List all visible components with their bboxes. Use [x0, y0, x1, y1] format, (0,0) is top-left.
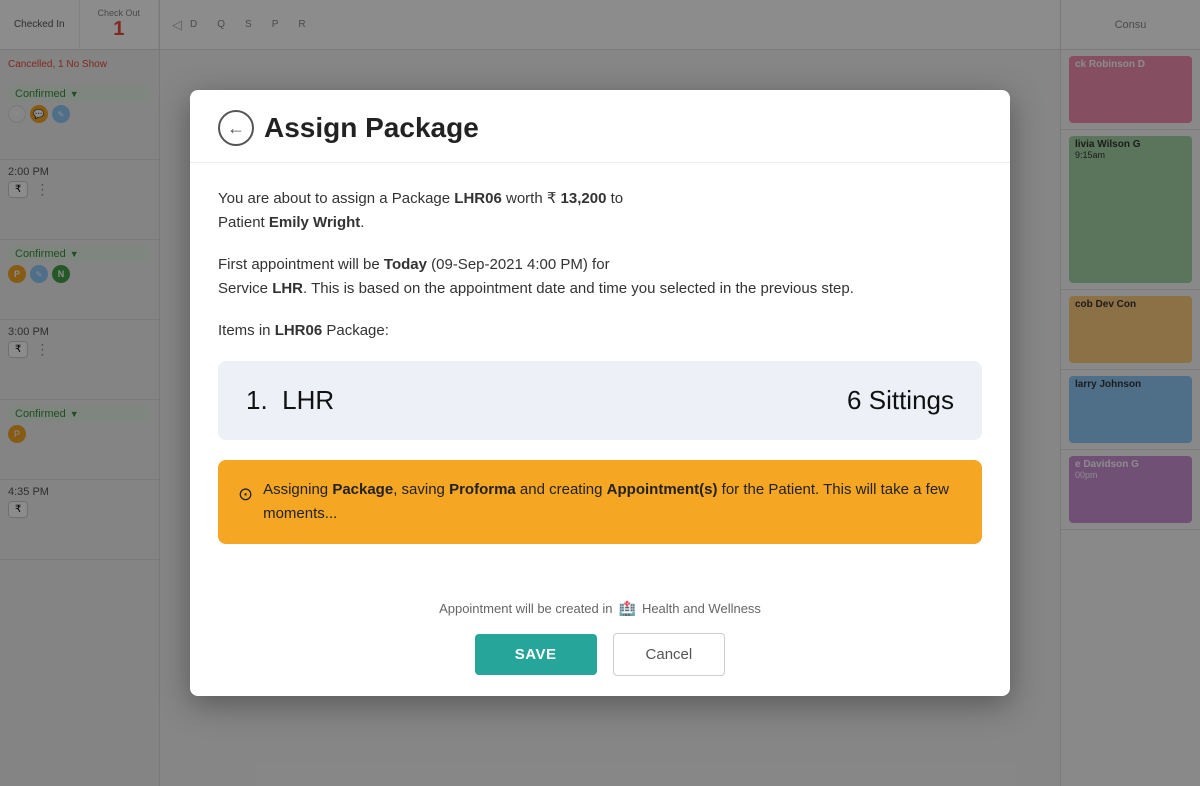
modal-overlay: ← Assign Package You are about to assign… — [0, 0, 1200, 786]
patient-name: Emily Wright — [269, 214, 360, 231]
back-button[interactable]: ← — [218, 110, 254, 146]
appt-pre: First appointment will be — [218, 256, 384, 273]
package-amount: 13,200 — [561, 190, 607, 207]
item-number: 1. — [246, 385, 282, 415]
info-to: to — [606, 190, 623, 207]
items-post: Package: — [322, 322, 389, 339]
info-patient-pre: Patient — [218, 214, 269, 231]
footer-note-text-pre: Appointment will be created in — [439, 601, 612, 616]
back-arrow-icon: ← — [227, 118, 245, 139]
save-button[interactable]: SAVE — [475, 634, 597, 675]
package-items-box: 1. LHR 6 Sittings — [218, 361, 982, 440]
info-worth: worth ₹ — [502, 190, 561, 207]
progress-bold-proforma: Proforma — [449, 481, 516, 498]
info-dot: . — [360, 214, 364, 231]
progress-banner: ⊙ Assigning Package, saving Proforma and… — [218, 460, 982, 544]
modal-footer: Appointment will be created in 🏥 Health … — [190, 588, 1010, 696]
progress-bold-package: Package — [332, 481, 393, 498]
package-item-sittings: 6 Sittings — [847, 385, 954, 416]
footer-clinic-name: Health and Wellness — [642, 601, 761, 616]
progress-mid1: , saving — [393, 481, 449, 498]
footer-actions: SAVE Cancel — [218, 633, 982, 676]
appt-rest: . This is based on the appointment date … — [303, 280, 854, 297]
package-item-row-1: 1. LHR 6 Sittings — [246, 385, 954, 416]
progress-mid2: and creating — [516, 481, 607, 498]
info-text-2: First appointment will be Today (09-Sep-… — [218, 253, 982, 301]
footer-note: Appointment will be created in 🏥 Health … — [218, 600, 982, 617]
progress-text: Assigning Package, saving Proforma and c… — [263, 478, 962, 526]
modal-body: You are about to assign a Package LHR06 … — [190, 163, 1010, 588]
package-item-number-name: 1. LHR — [246, 385, 334, 416]
appt-today: Today — [384, 256, 427, 273]
spinner-icon: ⊙ — [238, 480, 253, 509]
appt-service: LHR — [272, 280, 303, 297]
appt-service-pre: Service — [218, 280, 272, 297]
items-pre: Items in — [218, 322, 275, 339]
items-package: LHR06 — [275, 322, 323, 339]
appt-date: (09-Sep-2021 4:00 PM) for — [427, 256, 610, 273]
info-text-1: You are about to assign a Package LHR06 … — [218, 187, 982, 235]
modal-header: ← Assign Package — [190, 90, 1010, 163]
item-name: LHR — [282, 385, 334, 415]
progress-bold-appts: Appointment(s) — [607, 481, 718, 498]
cancel-button[interactable]: Cancel — [613, 633, 726, 676]
modal-title: Assign Package — [264, 112, 479, 144]
clinic-icon: 🏥 — [619, 600, 636, 617]
progress-pre: Assigning — [263, 481, 332, 498]
items-label: Items in LHR06 Package: — [218, 319, 982, 343]
info-pre: You are about to assign a Package — [218, 190, 454, 207]
assign-package-modal: ← Assign Package You are about to assign… — [190, 90, 1010, 696]
package-code: LHR06 — [454, 190, 502, 207]
